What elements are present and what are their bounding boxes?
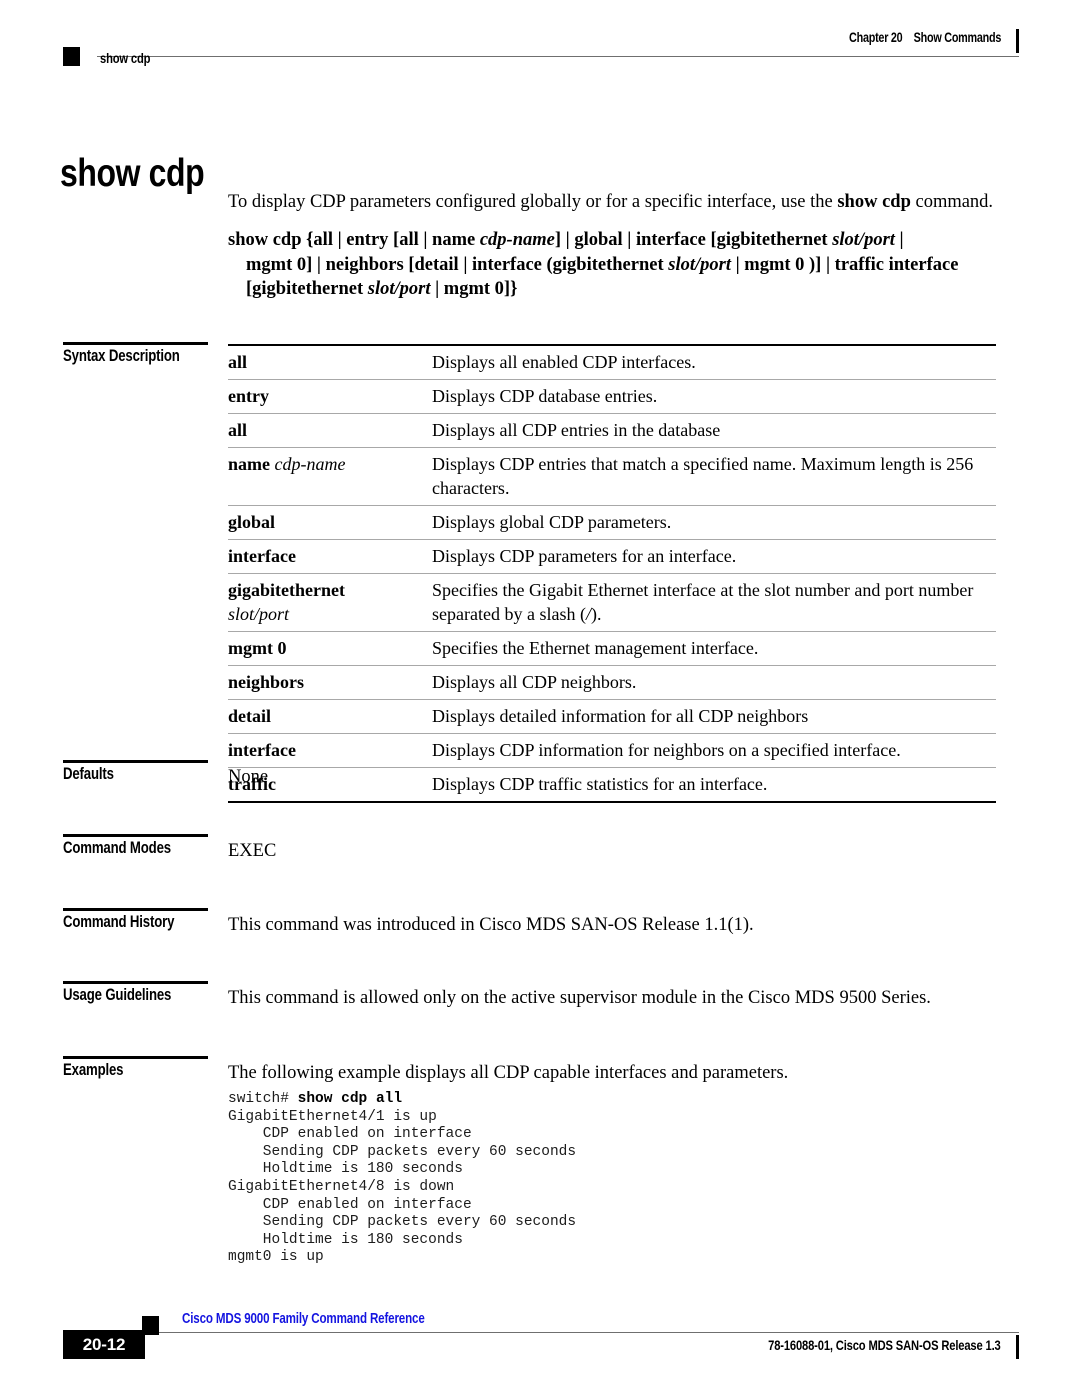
header-rule	[97, 56, 1019, 57]
intro-command-bold: show cdp	[837, 192, 911, 212]
syntax-line-1: show cdp {all | entry [all | name cdp-na…	[228, 228, 996, 253]
table-cell-desc: Displays CDP information for neighbors o…	[432, 733, 996, 768]
intro-paragraph: To display CDP parameters configured glo…	[228, 190, 996, 214]
table-cell-term: interface	[228, 733, 432, 768]
table-cell-term: all	[228, 344, 432, 380]
page-footer: 20-12 Cisco MDS 9000 Family Command Refe…	[63, 1305, 1019, 1365]
term-keyword: name	[228, 454, 270, 474]
page-number: 20-12	[82, 1335, 126, 1354]
syntax-l2-b: | mgmt 0 )] | traffic interface	[730, 254, 959, 275]
section-rule	[63, 760, 208, 763]
footer-edge-marker	[1016, 1335, 1019, 1359]
syntax-l1-italic-slotport: slot/port	[832, 230, 895, 250]
section-label-text: Command History	[63, 913, 175, 931]
table-row: global Displays global CDP parameters.	[228, 505, 996, 540]
intro-text-before: To display CDP parameters configured glo…	[228, 192, 838, 212]
intro-text-after: command.	[910, 192, 994, 212]
section-rule	[63, 834, 208, 837]
table-row: detail Displays detailed information for…	[228, 699, 996, 734]
examples-intro: The following example displays all CDP c…	[228, 1063, 789, 1083]
table-row: all Displays all CDP entries in the data…	[228, 413, 996, 448]
header-edge-marker	[1016, 29, 1019, 53]
footer-document-id: 78-16088-01, Cisco MDS SAN-OS Release 1.…	[768, 1337, 1002, 1353]
code-output: GigabitEthernet4/1 is up CDP enabled on …	[228, 1108, 577, 1266]
table-row: mgmt 0 Specifies the Ethernet management…	[228, 631, 996, 666]
table-row: gigabitethernet slot/port Specifies the G…	[228, 573, 996, 632]
desc-part-b: ).	[590, 604, 602, 624]
syntax-l1-a: show cdp {all | entry [all | name	[228, 230, 480, 250]
page-title: show cdp	[60, 152, 205, 196]
usage-guidelines-value: This command is allowed only on the acti…	[228, 988, 931, 1008]
code-prompt: switch#	[228, 1091, 298, 1107]
table-row: entry Displays CDP database entries.	[228, 379, 996, 414]
command-modes-value: EXEC	[228, 841, 277, 861]
table-row: all Displays all enabled CDP interfaces.	[228, 344, 996, 380]
table-cell-desc: Specifies the Ethernet management interf…	[432, 631, 996, 666]
term-argument: slot/port	[228, 604, 290, 624]
syntax-l1-b: ] | global | interface [gigbitethernet	[554, 230, 833, 250]
example-code-block: switch# show cdp all GigabitEthernet4/1 …	[228, 1091, 996, 1267]
command-syntax: show cdp {all | entry [all | name cdp-na…	[228, 228, 996, 302]
table-row: name cdp-name Displays CDP entries that …	[228, 447, 996, 506]
table-row: interface Displays CDP parameters for an…	[228, 539, 996, 574]
header-chapter-number: Chapter 20	[848, 30, 903, 45]
header-chapter-info: Chapter 20 Show Commands	[849, 30, 1001, 45]
section-rule	[63, 1056, 208, 1059]
table-cell-term: all	[228, 413, 432, 448]
section-rule	[63, 342, 208, 345]
section-label-text: Defaults	[63, 765, 114, 783]
table-cell-desc: Displays all enabled CDP interfaces.	[432, 344, 996, 380]
syntax-l2-italic-slotport: slot/port	[668, 254, 731, 275]
syntax-table-body: all Displays all enabled CDP interfaces.…	[228, 344, 996, 803]
table-cell-desc: Displays detailed information for all CD…	[432, 699, 996, 734]
syntax-line-2: mgmt 0] | neighbors [detail | interface …	[228, 253, 996, 278]
table-cell-term: neighbors	[228, 665, 432, 700]
table-cell-desc: Displays all CDP entries in the database	[432, 413, 996, 448]
term-argument: cdp-name	[274, 454, 346, 474]
syntax-l3-a: [gigbitethernet	[246, 279, 368, 299]
section-rule	[63, 908, 208, 911]
running-header: Chapter 20 Show Commands show cdp	[63, 29, 1019, 76]
defaults-value: None	[228, 767, 269, 787]
header-square-marker-icon	[63, 47, 80, 66]
table-cell-term: global	[228, 505, 432, 540]
syntax-description-table: all Displays all enabled CDP interfaces.…	[228, 344, 996, 803]
syntax-l2-a: mgmt 0] | neighbors [detail | interface …	[246, 254, 669, 275]
table-cell-term: entry	[228, 379, 432, 414]
footer-book-title: Cisco MDS 9000 Family Command Reference	[182, 1311, 425, 1327]
term-keyword: gigabitethernet	[228, 580, 345, 600]
header-command-name: show cdp	[100, 50, 151, 66]
syntax-line-3: [gigbitethernet slot/port | mgmt 0]}	[228, 277, 996, 302]
table-row: neighbors Displays all CDP neighbors.	[228, 665, 996, 700]
table-cell-desc: Specifies the Gigabit Ethernet interface…	[432, 573, 996, 632]
desc-part-a: Specifies the Gigabit Ethernet interface…	[432, 580, 974, 624]
header-chapter-title: Show Commands	[913, 30, 1002, 45]
table-cell-term: detail	[228, 699, 432, 734]
section-label-text: Examples	[63, 1061, 124, 1079]
code-command: show cdp all	[297, 1091, 403, 1107]
section-label-text: Usage Guidelines	[63, 986, 172, 1004]
section-rule	[63, 981, 208, 984]
section-label-text: Syntax Description	[63, 347, 180, 365]
table-cell-desc: Displays CDP database entries.	[432, 379, 996, 414]
section-label-text: Command Modes	[63, 839, 171, 857]
table-cell-term: interface	[228, 539, 432, 574]
table-cell-desc: Displays CDP entries that match a specif…	[432, 447, 996, 506]
table-row: interface Displays CDP information for n…	[228, 733, 996, 768]
syntax-l1-c: |	[894, 230, 904, 250]
table-cell-term: gigabitethernet slot/port	[228, 573, 432, 632]
document-page: Chapter 20 Show Commands show cdp show cd…	[0, 0, 1080, 1397]
table-cell-desc: Displays global CDP parameters.	[432, 505, 996, 540]
table-cell-desc: Displays CDP parameters for an interface…	[432, 539, 996, 574]
table-cell-desc: Displays all CDP neighbors.	[432, 665, 996, 700]
command-history-value: This command was introduced in Cisco MDS…	[228, 915, 754, 935]
footer-rule	[159, 1332, 1019, 1333]
syntax-l3-italic-slotport: slot/port	[367, 279, 431, 299]
table-cell-term: name cdp-name	[228, 447, 432, 506]
syntax-l1-italic-cdp-name: cdp-name	[479, 230, 555, 250]
syntax-l3-b: | mgmt 0]}	[430, 279, 518, 299]
table-cell-term: mgmt 0	[228, 631, 432, 666]
